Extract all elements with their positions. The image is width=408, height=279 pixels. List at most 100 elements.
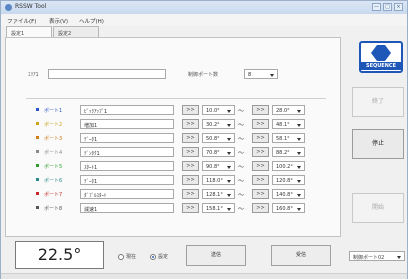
port-min-button[interactable]: >>	[182, 147, 199, 157]
port-dot-icon	[36, 164, 39, 167]
menu-file[interactable]: ファイル(F)	[7, 17, 36, 25]
stop-button[interactable]: 停止	[352, 129, 404, 159]
port-min-select[interactable]: 30.2°	[202, 119, 235, 129]
menu-view[interactable]: 表示(V)	[49, 17, 68, 25]
start-button[interactable]: 開始	[352, 193, 404, 223]
radio-current[interactable]: 現在	[118, 253, 136, 260]
port-count-label: 制御ポート数	[188, 72, 219, 78]
area-label: ｴﾘｱ1	[28, 72, 39, 78]
area-input[interactable]	[48, 69, 166, 79]
chevron-down-icon	[227, 138, 231, 141]
range-tilde: ～	[238, 150, 245, 157]
port-min-button[interactable]: >>	[182, 189, 199, 199]
menu-help[interactable]: ヘルプ(H)	[79, 17, 104, 25]
receive-button[interactable]: 受信	[271, 245, 331, 266]
port-max-select[interactable]: 100.2°	[272, 161, 305, 171]
port-max-button[interactable]: >>	[252, 119, 269, 129]
port-name: ポート6	[44, 178, 63, 184]
port-count-select[interactable]: 8	[244, 69, 278, 79]
port-min-select[interactable]: 118.0°	[202, 175, 235, 185]
port-min-button[interactable]: >>	[182, 105, 199, 115]
port-max-button[interactable]: >>	[252, 105, 269, 115]
port-max-button[interactable]: >>	[252, 189, 269, 199]
chevron-down-icon	[297, 194, 301, 197]
logo-mark-icon	[371, 45, 391, 61]
radio-setting-label: 設定	[158, 254, 169, 260]
port-dot-icon	[36, 136, 39, 139]
chevron-down-icon	[297, 166, 301, 169]
port-name: ポート5	[44, 164, 63, 170]
port-name-input[interactable]: ﾀﾞﾌﾞﾙｽﾀｰﾄ	[80, 189, 174, 199]
port-min-value: 118.0°	[206, 178, 223, 184]
port-min-value: 30.2°	[206, 122, 220, 128]
exit-button[interactable]: 終了	[352, 87, 404, 117]
close-button[interactable]: ×	[394, 3, 403, 11]
chevron-down-icon	[397, 256, 401, 259]
port-max-select[interactable]: 28.0°	[272, 105, 305, 115]
range-tilde: ～	[238, 206, 245, 213]
port-max-button[interactable]: >>	[252, 147, 269, 157]
port-min-select[interactable]: 158.1°	[202, 203, 235, 213]
port-min-button[interactable]: >>	[182, 175, 199, 185]
port-min-select[interactable]: 90.8°	[202, 161, 235, 171]
port-min-value: 10.0°	[206, 108, 220, 114]
chevron-down-icon	[227, 110, 231, 113]
port-max-button[interactable]: >>	[252, 133, 269, 143]
port-min-select[interactable]: 70.8°	[202, 147, 235, 157]
port-min-button[interactable]: >>	[182, 161, 199, 171]
port-max-value: 100.2°	[276, 164, 293, 170]
tab-settings-2[interactable]: 設定2	[53, 26, 99, 37]
port-min-select[interactable]: 50.8°	[202, 133, 235, 143]
port-name-input[interactable]: ﾃﾞﾝﾀｸ1	[80, 147, 174, 157]
range-tilde: ～	[238, 178, 245, 185]
port-min-button[interactable]: >>	[182, 119, 199, 129]
port-max-select[interactable]: 48.1°	[272, 119, 305, 129]
port-max-select[interactable]: 140.8°	[272, 189, 305, 199]
port-max-select[interactable]: 160.8°	[272, 203, 305, 213]
range-tilde: ～	[238, 136, 245, 143]
range-tilde: ～	[238, 108, 245, 115]
radio-current-label: 現在	[126, 254, 137, 260]
port-max-button[interactable]: >>	[252, 203, 269, 213]
port-max-value: 28.0°	[276, 108, 290, 114]
sequence-logo: SEQUENCE	[359, 41, 403, 73]
chevron-down-icon	[297, 124, 301, 127]
chevron-down-icon	[297, 180, 301, 183]
port-name-input[interactable]: ﾃﾞｰﾀ1	[80, 175, 174, 185]
port-name-input[interactable]: ﾃﾞｰﾀ1	[80, 133, 174, 143]
port-min-button[interactable]: >>	[182, 203, 199, 213]
port-name-input[interactable]: 増加1	[80, 119, 174, 129]
port-min-select[interactable]: 10.0°	[202, 105, 235, 115]
port-max-button[interactable]: >>	[252, 161, 269, 171]
port-dot-icon	[36, 108, 39, 111]
port-row: ポート3 ﾃﾞｰﾀ1 >> 50.8° ～ >> 58.1°	[6, 132, 342, 145]
port-min-button[interactable]: >>	[182, 133, 199, 143]
port-row: ポート7 ﾀﾞﾌﾞﾙｽﾀｰﾄ >> 128.1° ～ >> 140.8°	[6, 188, 342, 201]
port-max-select[interactable]: 120.8°	[272, 175, 305, 185]
radio-setting[interactable]: 設定	[150, 253, 168, 260]
port-name-input[interactable]: ｽﾀｰﾄ1	[80, 161, 174, 171]
chevron-down-icon	[297, 152, 301, 155]
port-dot-icon	[36, 206, 39, 209]
port-max-select[interactable]: 58.1°	[272, 133, 305, 143]
port-min-select[interactable]: 128.1°	[202, 189, 235, 199]
port-max-select[interactable]: 88.2°	[272, 147, 305, 157]
app-window: RSSW Tool — □ × ファイル(F) 表示(V) ヘルプ(H) 設定 1…	[0, 0, 408, 279]
port-min-value: 128.1°	[206, 192, 223, 198]
port-select[interactable]: 制御ポート02	[349, 251, 405, 261]
port-max-value: 140.8°	[276, 192, 293, 198]
chevron-down-icon	[227, 180, 231, 183]
logo-word: SEQUENCE	[361, 62, 401, 70]
port-max-value: 58.1°	[276, 136, 290, 142]
maximize-button[interactable]: □	[383, 3, 392, 11]
port-min-value: 90.8°	[206, 164, 220, 170]
port-dot-icon	[36, 122, 39, 125]
range-tilde: ～	[238, 192, 245, 199]
send-button[interactable]: 送信	[186, 245, 246, 266]
port-count-value: 8	[248, 72, 252, 78]
port-max-button[interactable]: >>	[252, 175, 269, 185]
port-name-input[interactable]: ﾋﾟｯｸｱｯﾌﾟ1	[80, 105, 174, 115]
port-name-input[interactable]: 減速1	[80, 203, 174, 213]
minimize-button[interactable]: —	[372, 3, 381, 11]
port-row: ポート2 増加1 >> 30.2° ～ >> 48.1°	[6, 118, 342, 131]
